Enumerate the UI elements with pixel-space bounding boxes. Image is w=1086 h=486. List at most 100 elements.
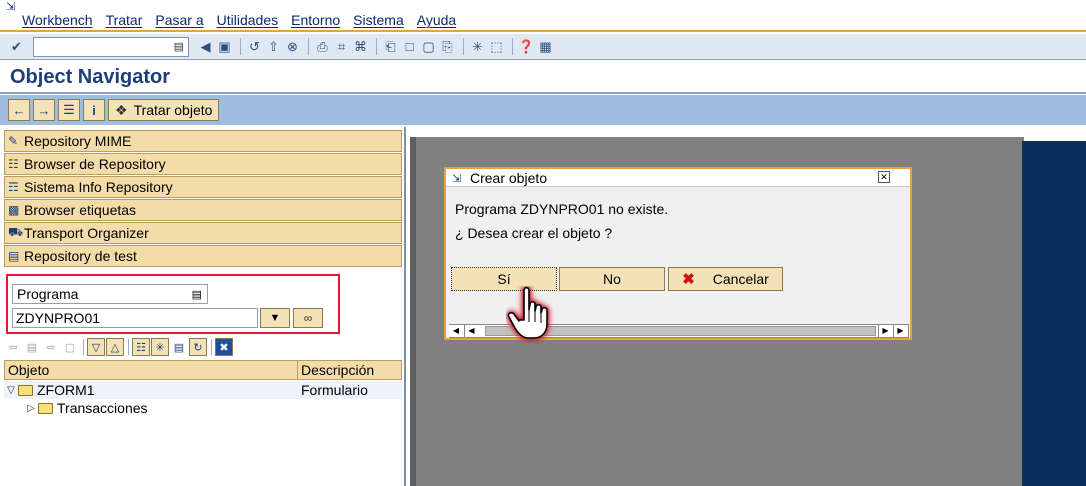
column-header-description[interactable]: Descripción — [298, 361, 374, 379]
object-selector-highlight: Programa ▤ ZDYNPRO01 ▼ ∞ — [6, 274, 340, 334]
prev-object-icon[interactable]: ⇦ — [4, 338, 22, 356]
standard-toolbar: ✔ ▤ ◀ ▣ ↺ ⇧ ⊗ ⎙ ⌗ ⌘ ⎗ □ ▢ ⎘ ✳ ⬚ ❓ ▦ — [0, 34, 1086, 60]
nav-item-tag-browser[interactable]: ▩ Browser etiquetas — [4, 199, 402, 221]
toolbar-separator — [512, 38, 513, 55]
stack-icon: ☰ — [63, 102, 75, 117]
help-icon[interactable]: ❓ — [518, 38, 535, 55]
scroll-right-icon[interactable]: ▶ — [878, 325, 892, 337]
back-icon[interactable]: ↺ — [246, 38, 263, 55]
close-icon[interactable]: ✕ — [878, 171, 890, 183]
tree-node-description — [297, 399, 301, 417]
navigation-panel: ✎ Repository MIME ☷ Browser de Repositor… — [0, 127, 406, 486]
forward-arrow-button[interactable]: → — [33, 99, 55, 121]
tree-node-label: ZFORM1 — [37, 382, 95, 398]
close-tree-icon[interactable]: ✖ — [215, 338, 233, 356]
menu-utilidades[interactable]: Utilidades — [217, 12, 278, 28]
object-type-select[interactable]: Programa ▤ — [12, 284, 208, 304]
cancel-icon[interactable]: ⊗ — [284, 38, 301, 55]
menu-tratar[interactable]: Tratar — [106, 12, 143, 28]
display-list-icon[interactable]: ▢ — [61, 338, 79, 356]
last-page-icon[interactable]: ⎘ — [439, 38, 456, 55]
nav-item-repository-mime[interactable]: ✎ Repository MIME — [4, 130, 402, 152]
display-object-button[interactable]: ∞ — [293, 308, 323, 328]
print-icon[interactable]: ⎙ — [314, 38, 331, 55]
no-button[interactable]: No — [559, 267, 665, 291]
dialog-window-icon: ⇲ — [452, 173, 462, 185]
scroll-first-icon[interactable]: ◀ — [449, 325, 463, 337]
expanded-triangle-icon[interactable]: ▽ — [4, 385, 18, 396]
input-help-icon[interactable]: ▤ — [192, 286, 202, 304]
tree-row[interactable]: ▽ ZFORM1 Formulario — [4, 381, 402, 399]
tree-header: Objeto Descripción — [4, 360, 402, 380]
arrow-right-icon: → — [37, 102, 51, 118]
enter-icon[interactable]: ✔ — [8, 38, 25, 55]
collapsed-triangle-icon[interactable]: ▷ — [24, 403, 38, 414]
shortcut-icon[interactable]: ⬚ — [488, 38, 505, 55]
scroll-left-icon[interactable]: ◀ — [464, 325, 478, 337]
tree-row[interactable]: ▷ Transacciones — [4, 399, 402, 417]
menu-workbench[interactable]: Workbench — [22, 12, 93, 28]
toolbar-separator — [376, 38, 377, 55]
edit-object-button[interactable]: ❖ Tratar objeto — [108, 99, 220, 121]
tree-toolbar: ⇦ ▤ ⇨ ▢ ▽ △ ☷ ✳ ▤ ↻ ✖ — [4, 337, 234, 357]
menu-ayuda[interactable]: Ayuda — [417, 12, 456, 28]
object-name-dropdown-button[interactable]: ▼ — [260, 308, 290, 328]
menu-entorno[interactable]: Entorno — [291, 12, 340, 28]
find-next-icon[interactable]: ⌘ — [352, 38, 369, 55]
object-name-input[interactable]: ZDYNPRO01 — [12, 308, 258, 328]
background-strip — [1022, 141, 1086, 486]
expand-all-icon[interactable]: ▽ — [87, 338, 105, 356]
mime-icon: ✎ — [8, 134, 19, 148]
object-list-icon[interactable]: ▤ — [23, 338, 41, 356]
edit-object-icon: ❖ — [115, 101, 128, 118]
document-icon[interactable]: ▤ — [170, 338, 188, 356]
history-arrow-icon[interactable]: ◀ — [197, 38, 214, 55]
collapse-all-icon[interactable]: △ — [106, 338, 124, 356]
tree-node-description: Formulario — [301, 382, 368, 398]
toolbar-separator — [240, 38, 241, 55]
refresh-icon[interactable]: ↻ — [189, 338, 207, 356]
new-icon[interactable]: ✳ — [151, 338, 169, 356]
toolbar-separator — [211, 339, 212, 355]
toolbar-separator — [128, 339, 129, 355]
menu-pasar-a[interactable]: Pasar a — [155, 12, 203, 28]
nav-item-test-repository[interactable]: ▤ Repository de test — [4, 245, 402, 267]
layout-menu-icon[interactable]: ▦ — [537, 38, 554, 55]
back-arrow-button[interactable]: ← — [8, 99, 30, 121]
tree-icon: ☷ — [8, 157, 19, 171]
find-icon[interactable]: ⌗ — [333, 38, 350, 55]
tree-node-label: Transacciones — [57, 400, 148, 416]
triangle-down-icon: ▼ — [269, 312, 281, 324]
scroll-last-icon[interactable]: ▶ — [893, 325, 907, 337]
nav-item-repository-info-system[interactable]: ☶ Sistema Info Repository — [4, 176, 402, 198]
folder-icon — [38, 402, 53, 414]
nav-item-transport-organizer[interactable]: ⛟ Transport Organizer — [4, 222, 402, 244]
toolbar-separator — [308, 38, 309, 55]
truck-icon: ⛟ — [8, 225, 24, 239]
folder-open-icon — [18, 384, 33, 396]
exit-icon[interactable]: ⇧ — [265, 38, 282, 55]
next-object-icon[interactable]: ⇨ — [42, 338, 60, 356]
hierarchy-icon[interactable]: ☷ — [132, 338, 150, 356]
title-bar: Object Navigator — [0, 61, 1086, 94]
system-menu-icon[interactable]: ⇲ — [6, 1, 20, 13]
menu-sistema[interactable]: Sistema — [353, 12, 404, 28]
cancel-button[interactable]: ✖ Cancelar — [668, 267, 783, 291]
toolbar-separator — [463, 38, 464, 55]
command-field[interactable]: ▤ — [33, 36, 189, 57]
new-session-icon[interactable]: ✳ — [469, 38, 486, 55]
save-icon[interactable]: ▣ — [216, 38, 233, 55]
other-object-button[interactable]: ☰ — [58, 99, 80, 121]
tag-icon: ▩ — [8, 203, 20, 217]
arrow-left-icon: ← — [12, 102, 26, 118]
first-page-icon[interactable]: ⎗ — [382, 38, 399, 55]
previous-page-icon[interactable]: □ — [401, 38, 418, 55]
input-help-icon[interactable]: ▤ — [174, 40, 184, 53]
cancel-x-icon: ✖ — [682, 271, 695, 288]
info-button[interactable]: i — [83, 99, 105, 121]
column-header-object[interactable]: Objeto — [5, 361, 298, 379]
dialog-question: ¿ Desea crear el objeto ? — [455, 225, 613, 241]
nav-item-repository-browser[interactable]: ☷ Browser de Repository — [4, 153, 402, 175]
menu-items: Workbench Tratar Pasar a Utilidades Ento… — [22, 12, 469, 28]
next-page-icon[interactable]: ▢ — [420, 38, 437, 55]
